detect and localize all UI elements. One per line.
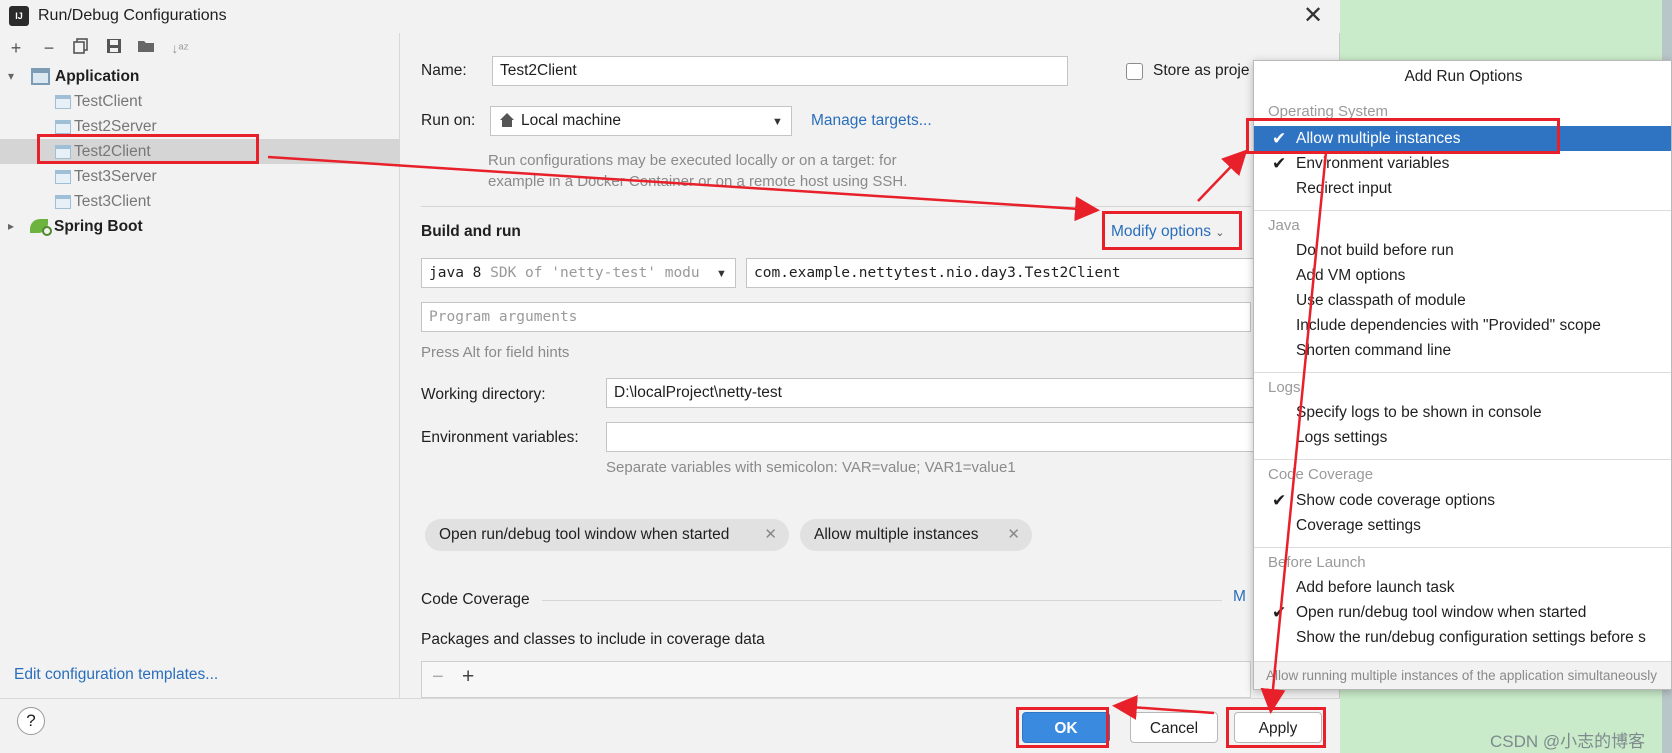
arrow-to-modify-options xyxy=(267,155,1100,222)
arrow-to-allow-multiple xyxy=(1197,149,1248,202)
arrow-to-ok xyxy=(1112,694,1215,720)
arrow-to-apply xyxy=(1260,151,1328,714)
annotation-arrows xyxy=(267,149,1328,720)
watermark: CSDN @小志的博客 xyxy=(1490,732,1646,751)
